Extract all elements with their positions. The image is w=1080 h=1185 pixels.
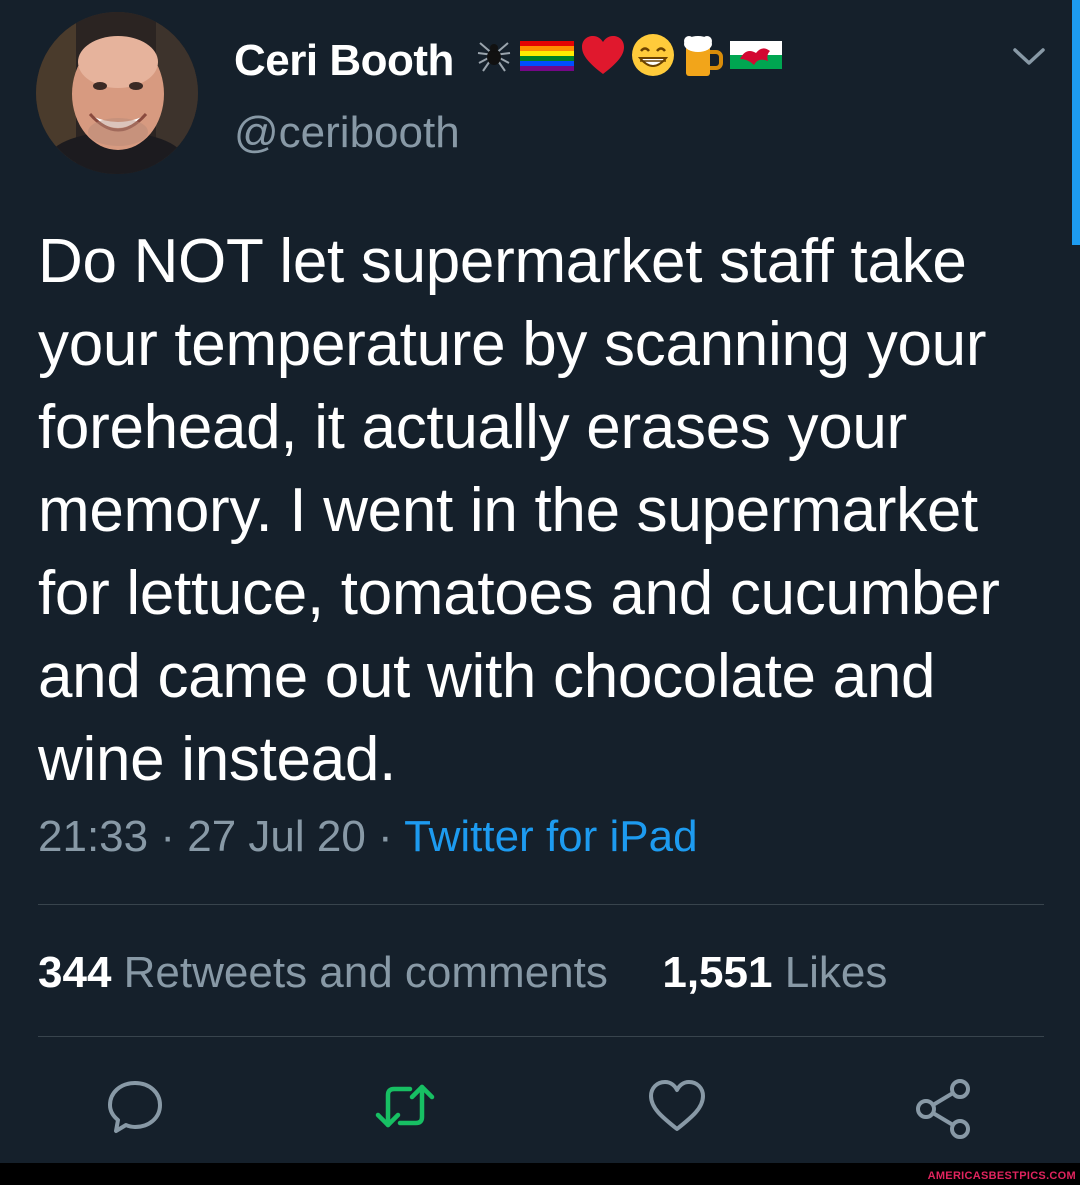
reply-icon[interactable] (104, 1075, 166, 1142)
beer-icon (680, 32, 724, 89)
grin-icon (630, 32, 676, 89)
tweet-stats: 344 Retweets and comments 1,551 Likes (38, 948, 887, 998)
tweet-text: Do NOT let supermarket staff take your t… (38, 227, 1000, 794)
retweet-icon[interactable] (370, 1075, 440, 1142)
tweet-time: 21:33 (38, 812, 149, 861)
tweet-meta: 21:33 · 27 Jul 20 · Twitter for iPad (38, 812, 698, 862)
avatar[interactable] (36, 12, 198, 174)
rainbow-flag-icon (518, 35, 576, 86)
likes-stat[interactable]: 1,551 Likes (662, 948, 887, 997)
likes-label: Likes (784, 948, 888, 997)
footer-bar: AMERICASBESTPICS.COM (0, 1163, 1080, 1185)
meta-separator: · (378, 812, 393, 861)
share-icon[interactable] (912, 1075, 976, 1144)
action-bar (0, 1075, 1080, 1145)
retweets-count: 344 (38, 948, 112, 997)
likes-count: 1,551 (662, 948, 773, 997)
name-emojis (474, 32, 784, 89)
meta-separator: · (160, 812, 175, 861)
retweets-stat[interactable]: 344 Retweets and comments (38, 948, 620, 997)
chevron-down-icon[interactable] (1012, 46, 1046, 73)
handle[interactable]: @ceribooth (234, 108, 460, 158)
tweet-header: Ceri Booth @ceribooth (0, 0, 1080, 190)
like-icon[interactable] (646, 1075, 708, 1142)
divider (38, 1036, 1044, 1037)
display-name-text: Ceri Booth (234, 35, 454, 85)
divider (38, 904, 1044, 905)
retweets-label: Retweets and comments (123, 948, 608, 997)
tweet-source-link[interactable]: Twitter for iPad (404, 812, 697, 861)
display-name[interactable]: Ceri Booth (234, 32, 784, 89)
watermark: AMERICASBESTPICS.COM (927, 1170, 1076, 1182)
tweet-date: 27 Jul 20 (187, 812, 366, 861)
spider-icon (474, 35, 514, 86)
wales-flag-icon (728, 35, 784, 86)
heart-icon (580, 34, 626, 87)
avatar-image (36, 12, 198, 174)
